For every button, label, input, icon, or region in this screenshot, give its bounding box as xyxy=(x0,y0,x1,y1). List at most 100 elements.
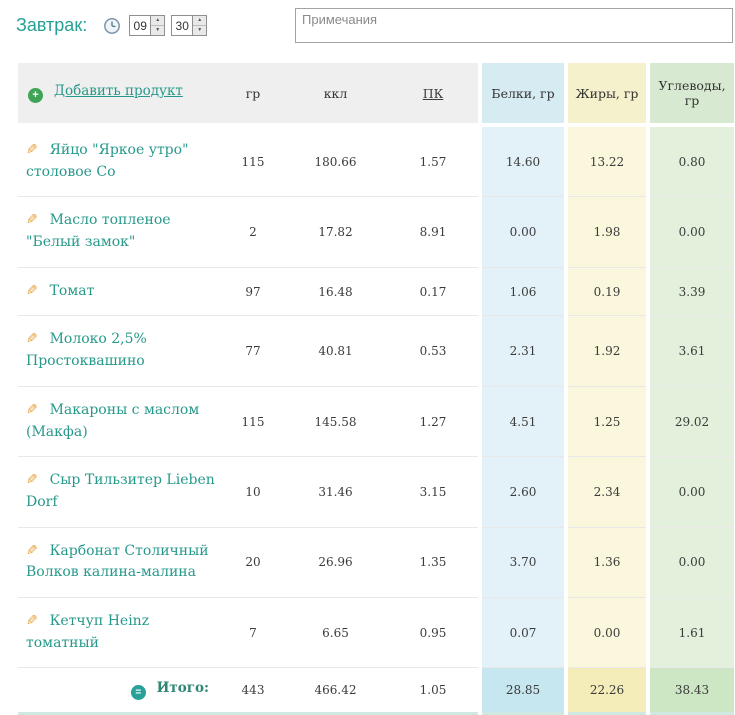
carbs-cell: 3.39 xyxy=(646,267,734,317)
protein-cell: 4.51 xyxy=(478,386,566,458)
minutes-down-button[interactable]: ▼ xyxy=(193,25,207,35)
kcal-cell: 31.46 xyxy=(283,456,388,528)
total-equals-icon: = xyxy=(130,685,146,701)
pk-cell: 1.35 xyxy=(388,527,480,598)
col-header-fat: Жиры, гр xyxy=(564,63,648,127)
edit-pencil-icon[interactable]: ✎ xyxy=(26,472,38,488)
meal-section: Завтрак: ▲ ▼ ▲ ▼ xyxy=(0,0,735,715)
protein-cell: 3.70 xyxy=(478,527,566,598)
pk-cell: 3.15 xyxy=(388,456,480,528)
gr-cell: 20 xyxy=(223,527,283,598)
protein-cell: 2.60 xyxy=(478,456,566,528)
col-header-carbs: Углеводы, гр xyxy=(646,63,734,127)
hours-spin-buttons: ▲ ▼ xyxy=(150,16,165,35)
kcal-cell: 40.81 xyxy=(283,315,388,387)
protein-cell: 2.31 xyxy=(478,315,566,387)
product-link[interactable]: Макароны с маслом (Макфа) xyxy=(26,402,199,440)
fat-cell: 1.25 xyxy=(564,386,648,458)
product-cell: ✎ Макароны с маслом (Макфа) xyxy=(18,386,223,458)
kcal-cell: 6.65 xyxy=(283,597,388,669)
total-kcal: 466.42 xyxy=(283,667,388,715)
product-link[interactable]: Томат xyxy=(50,283,95,299)
pk-cell: 8.91 xyxy=(388,196,480,268)
table-row: ✎ Карбонат Столичный Волков калина-малин… xyxy=(18,527,734,598)
fat-cell: 0.19 xyxy=(564,267,648,317)
product-cell: ✎ Масло топленое "Белый замок" xyxy=(18,196,223,268)
gr-cell: 2 xyxy=(223,196,283,268)
minutes-spinner: ▲ ▼ xyxy=(171,15,208,36)
col-header-protein: Белки, гр xyxy=(478,63,566,127)
fat-cell: 13.22 xyxy=(564,125,648,198)
hours-spinner: ▲ ▼ xyxy=(129,15,166,36)
hours-down-button[interactable]: ▼ xyxy=(151,25,165,35)
carbs-cell: 0.00 xyxy=(646,527,734,598)
minutes-input[interactable] xyxy=(172,16,193,35)
protein-cell: 14.60 xyxy=(478,125,566,198)
table-body: ✎ Яйцо "Яркое утро" столовое Со 115 180.… xyxy=(18,125,734,669)
protein-cell: 0.07 xyxy=(478,597,566,669)
edit-pencil-icon[interactable]: ✎ xyxy=(26,283,38,299)
pk-cell: 0.53 xyxy=(388,315,480,387)
add-product-link[interactable]: Добавить продукт xyxy=(54,83,183,99)
meal-header: Завтрак: ▲ ▼ ▲ ▼ xyxy=(0,0,735,53)
pk-cell: 0.95 xyxy=(388,597,480,669)
add-product-icon[interactable]: + xyxy=(28,88,43,103)
total-fat: 22.26 xyxy=(564,667,648,715)
table-header-row: + Добавить продукт гр ккл ПК Белки, гр Ж… xyxy=(18,63,734,127)
protein-cell: 0.00 xyxy=(478,196,566,268)
pk-header-link[interactable]: ПК xyxy=(423,86,444,101)
gr-cell: 97 xyxy=(223,267,283,317)
product-link[interactable]: Молоко 2,5% Простоквашино xyxy=(26,331,147,369)
edit-pencil-icon[interactable]: ✎ xyxy=(26,212,38,228)
col-header-gr: гр xyxy=(223,63,283,127)
edit-pencil-icon[interactable]: ✎ xyxy=(26,142,38,158)
minutes-up-button[interactable]: ▲ xyxy=(193,16,207,25)
edit-pencil-icon[interactable]: ✎ xyxy=(26,402,38,418)
product-link[interactable]: Кетчуп Heinz томатный xyxy=(26,613,149,651)
pk-cell: 1.57 xyxy=(388,125,480,198)
gr-cell: 10 xyxy=(223,456,283,528)
product-link[interactable]: Карбонат Столичный Волков калина-малина xyxy=(26,543,209,581)
table-row: ✎ Молоко 2,5% Простоквашино 77 40.81 0.5… xyxy=(18,315,734,387)
clock-icon[interactable] xyxy=(103,17,121,35)
total-label: Итого: xyxy=(156,680,209,697)
table-row: ✎ Макароны с маслом (Макфа) 115 145.58 1… xyxy=(18,386,734,458)
product-link[interactable]: Яйцо "Яркое утро" столовое Со xyxy=(26,142,189,180)
food-table: + Добавить продукт гр ккл ПК Белки, гр Ж… xyxy=(18,63,734,715)
edit-pencil-icon[interactable]: ✎ xyxy=(26,543,38,559)
fat-cell: 1.92 xyxy=(564,315,648,387)
table-row: ✎ Яйцо "Яркое утро" столовое Со 115 180.… xyxy=(18,125,734,198)
table-row: ✎ Сыр Тильзитер Lieben Dorf 10 31.46 3.1… xyxy=(18,456,734,528)
carbs-cell: 0.00 xyxy=(646,456,734,528)
minutes-spin-buttons: ▲ ▼ xyxy=(192,16,207,35)
edit-pencil-icon[interactable]: ✎ xyxy=(26,613,38,629)
product-cell: ✎ Сыр Тильзитер Lieben Dorf xyxy=(18,456,223,528)
pk-cell: 1.27 xyxy=(388,386,480,458)
table-row: ✎ Кетчуп Heinz томатный 7 6.65 0.95 0.07… xyxy=(18,597,734,669)
product-cell: ✎ Томат xyxy=(18,267,223,317)
product-cell: ✎ Кетчуп Heinz томатный xyxy=(18,597,223,669)
fat-cell: 0.00 xyxy=(564,597,648,669)
gr-cell: 7 xyxy=(223,597,283,669)
notes-input[interactable] xyxy=(295,8,733,43)
add-product-header: + Добавить продукт xyxy=(18,63,223,127)
hours-up-button[interactable]: ▲ xyxy=(151,16,165,25)
total-pk: 1.05 xyxy=(388,667,480,715)
edit-pencil-icon[interactable]: ✎ xyxy=(26,331,38,347)
carbs-cell: 0.00 xyxy=(646,196,734,268)
product-cell: ✎ Молоко 2,5% Простоквашино xyxy=(18,315,223,387)
kcal-cell: 17.82 xyxy=(283,196,388,268)
fat-cell: 1.36 xyxy=(564,527,648,598)
carbs-cell: 1.61 xyxy=(646,597,734,669)
carbs-cell: 29.02 xyxy=(646,386,734,458)
protein-cell: 1.06 xyxy=(478,267,566,317)
product-link[interactable]: Сыр Тильзитер Lieben Dorf xyxy=(26,472,215,510)
kcal-cell: 26.96 xyxy=(283,527,388,598)
meal-title: Завтрак: xyxy=(16,15,88,35)
carbs-cell: 0.80 xyxy=(646,125,734,198)
hours-input[interactable] xyxy=(130,16,151,35)
product-cell: ✎ Яйцо "Яркое утро" столовое Со xyxy=(18,125,223,198)
pk-cell: 0.17 xyxy=(388,267,480,317)
product-link[interactable]: Масло топленое "Белый замок" xyxy=(26,212,171,250)
total-gr: 443 xyxy=(223,667,283,715)
